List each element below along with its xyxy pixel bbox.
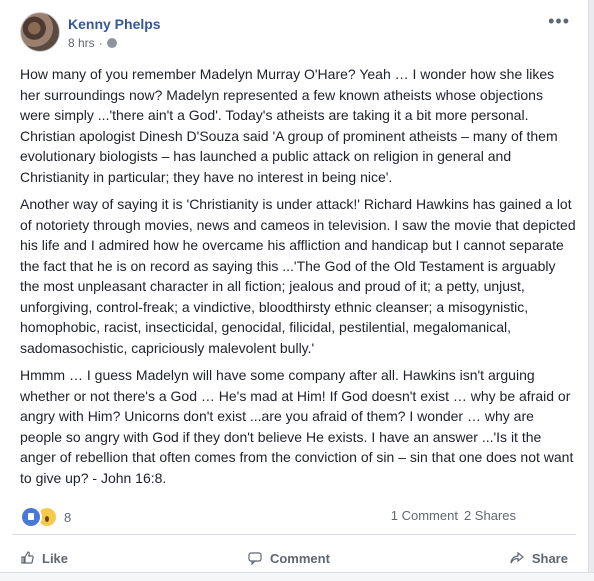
post-card: Kenny Phelps 8 hrs · ••• How many of you… bbox=[0, 0, 589, 580]
post-paragraph: How many of you remember Madelyn Murray … bbox=[20, 66, 558, 185]
post-paragraph: Hmmm … I guess Madelyn will have some co… bbox=[20, 367, 574, 486]
reaction-count[interactable]: 8 bbox=[64, 510, 71, 525]
like-reaction-icon bbox=[20, 506, 42, 528]
thumbs-up-icon bbox=[21, 551, 34, 564]
post-stats: 8 1 Comment 2 Shares bbox=[20, 506, 516, 528]
post-header: Kenny Phelps 8 hrs · ••• bbox=[20, 12, 580, 56]
post-body: How many of you remember Madelyn Murray … bbox=[20, 64, 576, 495]
share-label: Share bbox=[531, 550, 568, 566]
post-time[interactable]: 8 hrs bbox=[68, 36, 95, 50]
like-label: Like bbox=[42, 550, 69, 566]
engagement-counts: 1 Comment 2 Shares bbox=[391, 508, 516, 523]
post-paragraph: Another way of saying it is 'Christianit… bbox=[20, 196, 576, 356]
post-meta: 8 hrs · bbox=[68, 36, 117, 50]
more-options-icon[interactable]: ••• bbox=[548, 12, 570, 30]
share-button[interactable]: Share bbox=[510, 551, 568, 566]
comments-count[interactable]: 1 Comment bbox=[391, 508, 458, 523]
author-name[interactable]: Kenny Phelps bbox=[68, 16, 161, 32]
shares-count[interactable]: 2 Shares bbox=[464, 508, 516, 523]
separator-dot: · bbox=[98, 36, 103, 50]
author-avatar[interactable] bbox=[20, 12, 60, 52]
like-button[interactable]: Like bbox=[20, 551, 68, 566]
comment-label: Comment bbox=[269, 550, 330, 566]
reactions-summary[interactable]: 8 bbox=[20, 506, 71, 528]
action-bar: Like Comment Share bbox=[20, 546, 568, 570]
share-icon bbox=[510, 551, 524, 564]
globe-icon bbox=[106, 38, 117, 48]
stats-divider bbox=[12, 534, 576, 535]
comment-button[interactable]: Comment bbox=[248, 551, 330, 566]
comment-icon bbox=[248, 552, 262, 565]
